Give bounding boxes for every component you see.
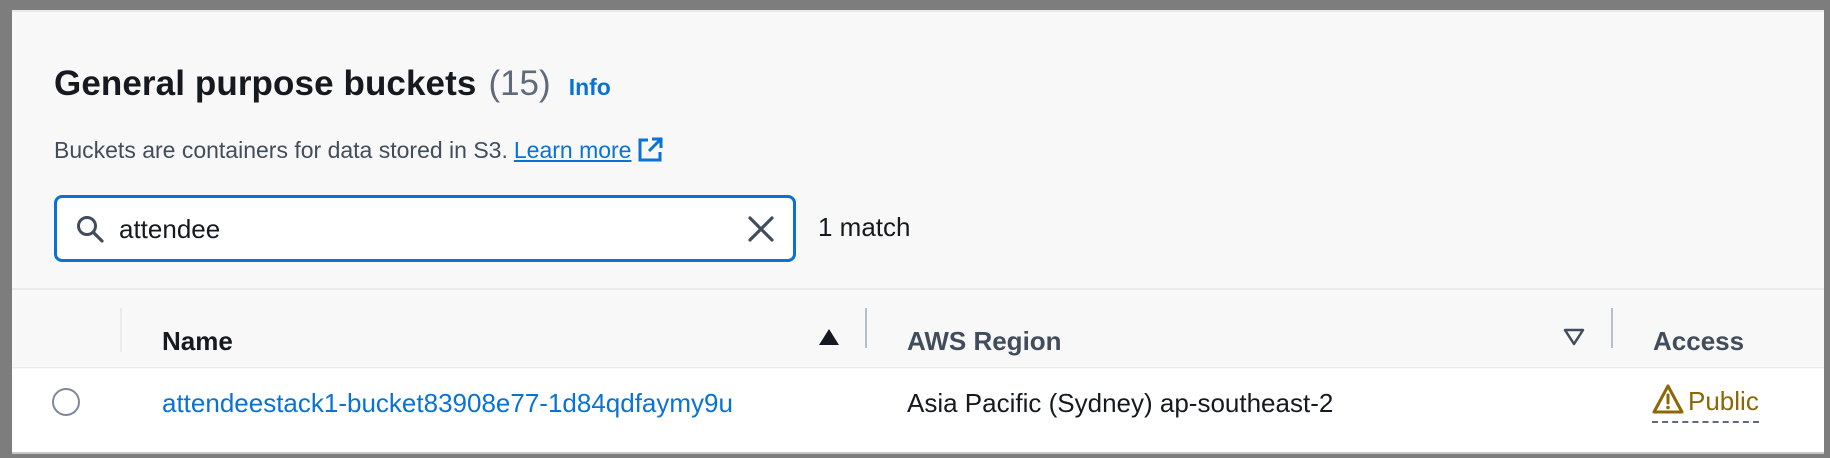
- description-text: Buckets are containers for data stored i…: [54, 136, 508, 163]
- column-header-access[interactable]: Access: [1653, 326, 1744, 357]
- buckets-panel: General purpose buckets (15) Info Bucket…: [12, 10, 1824, 454]
- learn-more-link[interactable]: Learn more: [514, 137, 632, 164]
- page-title: General purpose buckets: [54, 64, 477, 103]
- sort-descending-outline-icon[interactable]: [1563, 328, 1585, 351]
- title-row: General purpose buckets (15) Info: [54, 64, 611, 104]
- search-field[interactable]: [54, 195, 796, 262]
- bucket-count: (15): [488, 64, 551, 103]
- column-divider: [120, 308, 122, 352]
- close-icon[interactable]: [745, 213, 777, 250]
- bucket-name-link[interactable]: attendeestack1-bucket83908e77-1d84qdfaym…: [162, 388, 733, 419]
- table-header: Name AWS Region Access: [12, 288, 1824, 368]
- row-select-radio[interactable]: [52, 388, 80, 416]
- column-resizer[interactable]: [1611, 308, 1613, 348]
- column-resizer[interactable]: [865, 308, 867, 348]
- search-input[interactable]: [119, 212, 719, 246]
- bucket-region: Asia Pacific (Sydney) ap-southeast-2: [907, 388, 1334, 418]
- access-status[interactable]: Public: [1652, 384, 1759, 423]
- panel-header: General purpose buckets (15) Info Bucket…: [12, 10, 1824, 288]
- sort-ascending-icon[interactable]: [818, 328, 840, 351]
- description: Buckets are containers for data stored i…: [54, 136, 664, 164]
- column-header-name[interactable]: Name: [162, 326, 233, 357]
- search-icon: [75, 214, 105, 249]
- warning-icon: [1652, 384, 1684, 419]
- table-row[interactable]: attendeestack1-bucket83908e77-1d84qdfaym…: [12, 369, 1824, 454]
- match-count: 1 match: [818, 212, 911, 242]
- info-link[interactable]: Info: [569, 74, 611, 101]
- external-link-icon[interactable]: [636, 136, 664, 164]
- access-label: Public: [1688, 386, 1759, 416]
- column-header-region[interactable]: AWS Region: [907, 326, 1062, 357]
